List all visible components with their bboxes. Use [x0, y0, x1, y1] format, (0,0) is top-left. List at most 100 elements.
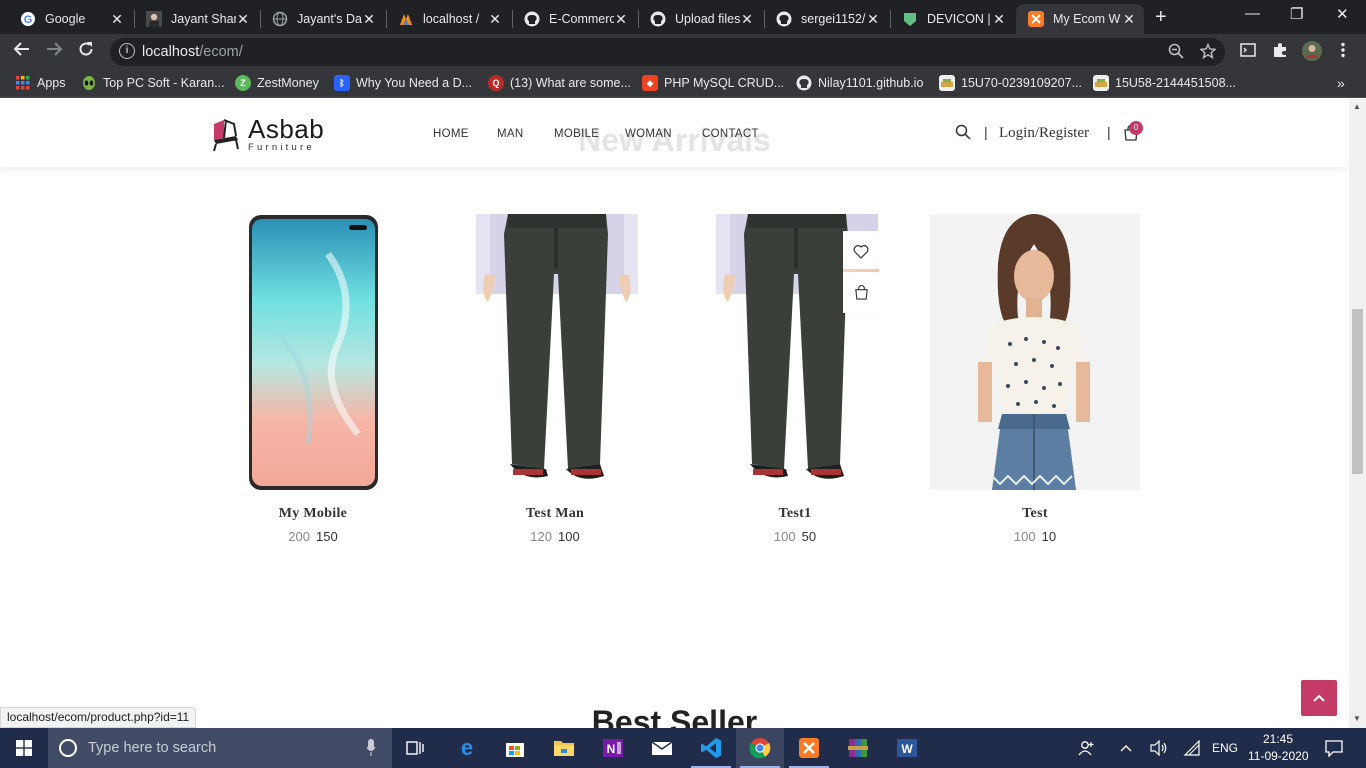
product-image[interactable] [208, 214, 418, 490]
add-to-cart-bag-icon[interactable] [843, 272, 879, 312]
browser-tab[interactable]: localhost / ✕ [386, 4, 510, 34]
login-register-link[interactable]: Login/Register [999, 125, 1089, 142]
minimize-button[interactable]: — [1245, 5, 1260, 22]
scroll-to-top-button[interactable] [1301, 680, 1337, 716]
bluetooth-icon: ᛒ [334, 75, 350, 91]
bookmark-php-crud[interactable]: ◆ PHP MySQL CRUD... [642, 75, 784, 91]
site-logo[interactable]: Asbab Furniture [210, 116, 324, 153]
nav-contact[interactable]: CONTACT [702, 128, 759, 140]
cast-icon[interactable] [1240, 42, 1256, 62]
browser-tab[interactable]: DEVICON | ✕ [890, 4, 1014, 34]
product-image[interactable] [450, 214, 660, 490]
address-bar[interactable]: i localhost/ecom/ [110, 38, 1225, 66]
browser-tab[interactable]: E-Commerc ✕ [512, 4, 636, 34]
people-icon[interactable] [1078, 739, 1096, 760]
nav-man[interactable]: MAN [497, 128, 523, 140]
zoom-icon[interactable] [1168, 43, 1184, 63]
product-card[interactable]: My Mobile 200 150 [208, 214, 418, 544]
browser-tab[interactable]: sergei1152/ ✕ [764, 4, 888, 34]
address-url[interactable]: localhost/ecom/ [142, 44, 243, 60]
browser-tab[interactable]: Upload files ✕ [638, 4, 762, 34]
vscode-icon[interactable] [687, 728, 735, 768]
nav-woman[interactable]: WOMAN [625, 128, 672, 140]
info-icon[interactable]: i [119, 43, 135, 59]
chevron-up-icon[interactable] [1120, 741, 1132, 755]
product-card[interactable]: Test 100 10 [930, 214, 1140, 544]
product-name[interactable]: Test [930, 506, 1140, 522]
extensions-icon[interactable] [1272, 42, 1288, 62]
close-icon[interactable]: ✕ [110, 11, 124, 28]
wishlist-heart-icon[interactable] [843, 231, 879, 271]
back-button[interactable] [13, 40, 31, 63]
scrollbar-thumb[interactable] [1352, 309, 1363, 474]
scroll-up-arrow[interactable]: ▲ [1353, 102, 1361, 111]
star-icon[interactable] [1199, 42, 1217, 63]
close-icon[interactable]: ✕ [992, 11, 1006, 28]
browser-tab[interactable]: G Google ✕ [8, 4, 132, 34]
bookmark-why-you-need[interactable]: ᛒ Why You Need a D... [334, 75, 472, 91]
close-icon[interactable]: ✕ [614, 11, 628, 28]
browser-tab[interactable]: Jayant Shar ✕ [134, 4, 258, 34]
volume-icon[interactable] [1150, 739, 1168, 759]
browser-tab-active[interactable]: My Ecom W ✕ [1016, 4, 1144, 34]
close-icon[interactable]: ✕ [236, 11, 250, 28]
menu-icon[interactable] [1340, 42, 1346, 62]
close-icon[interactable]: ✕ [740, 11, 754, 28]
winrar-icon[interactable] [834, 728, 882, 768]
taskbar-search-placeholder[interactable]: Type here to search [88, 740, 216, 756]
browser-tab[interactable]: Jayant's Da ✕ [260, 4, 384, 34]
new-tab-button[interactable]: + [1155, 6, 1167, 29]
svg-text:N: N [607, 742, 616, 756]
restore-button[interactable]: ❐ [1290, 5, 1303, 23]
github-icon [776, 11, 792, 27]
clock-date[interactable]: 11-09-2020 [1248, 749, 1309, 763]
close-icon[interactable]: ✕ [488, 11, 502, 28]
reload-button[interactable] [77, 40, 95, 63]
page-scrollbar[interactable]: ▲ ▼ [1349, 99, 1366, 728]
bookmark-apps[interactable]: Apps [15, 75, 66, 91]
task-view-icon[interactable] [392, 728, 440, 768]
word-icon[interactable]: W [883, 728, 931, 768]
bookmark-15u70[interactable]: 15U70-0239109207... [939, 75, 1082, 91]
divider: | [1107, 124, 1111, 140]
nav-mobile[interactable]: MOBILE [554, 128, 599, 140]
close-icon[interactable]: ✕ [866, 11, 880, 28]
browser-toolbar: i localhost/ecom/ [0, 34, 1366, 70]
more-bookmarks-icon[interactable]: » [1337, 75, 1345, 91]
close-icon[interactable]: ✕ [362, 11, 376, 28]
notifications-icon[interactable] [1325, 739, 1343, 760]
profile-avatar[interactable] [1301, 40, 1323, 66]
tab-title: DEVICON | [927, 12, 991, 26]
microphone-icon[interactable] [366, 739, 376, 762]
bookmark-zestmoney[interactable]: Z ZestMoney [235, 75, 319, 91]
chrome-icon[interactable] [736, 728, 784, 768]
product-name[interactable]: Test Man [450, 506, 660, 522]
profile-icon [146, 11, 162, 27]
product-name[interactable]: My Mobile [208, 506, 418, 522]
search-icon[interactable] [955, 124, 971, 145]
close-icon[interactable]: ✕ [1122, 11, 1136, 28]
svg-text:W: W [901, 742, 913, 756]
language-indicator[interactable]: ENG [1212, 741, 1238, 755]
windows-start-button[interactable] [0, 728, 48, 768]
nav-home[interactable]: HOME [433, 128, 469, 140]
bookmark-top-pc-soft[interactable]: Top PC Soft - Karan... [81, 75, 225, 91]
onenote-icon[interactable]: N [589, 728, 637, 768]
bookmark-15u58[interactable]: 15U58-2144451508... [1093, 75, 1236, 91]
store-icon[interactable] [491, 728, 539, 768]
github-icon [650, 11, 666, 27]
edge-icon[interactable]: e [443, 728, 491, 768]
clock-time[interactable]: 21:45 [1263, 732, 1293, 746]
wifi-icon[interactable] [1183, 739, 1201, 759]
forward-button[interactable] [45, 40, 63, 63]
close-window-button[interactable]: ✕ [1336, 5, 1349, 23]
bookmark-nilay-github[interactable]: Nilay1101.github.io [796, 75, 923, 91]
xampp-icon[interactable] [785, 728, 833, 768]
product-name[interactable]: Test1 [690, 506, 900, 522]
file-explorer-icon[interactable] [540, 728, 588, 768]
mail-icon[interactable] [638, 728, 686, 768]
product-card[interactable]: Test Man 120 100 [450, 214, 660, 544]
product-image[interactable] [930, 214, 1140, 490]
bookmark-quora[interactable]: Q (13) What are some... [488, 75, 631, 91]
scroll-down-arrow[interactable]: ▼ [1353, 714, 1361, 723]
